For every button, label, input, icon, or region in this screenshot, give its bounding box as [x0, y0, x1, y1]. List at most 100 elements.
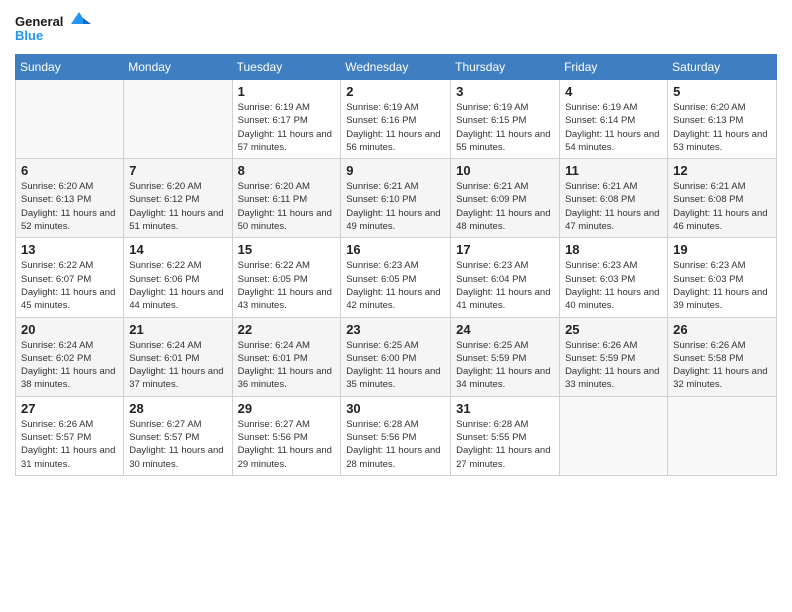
day-number: 13 [21, 242, 118, 257]
day-info: Sunrise: 6:25 AM Sunset: 6:00 PM Dayligh… [346, 339, 445, 392]
day-info: Sunrise: 6:25 AM Sunset: 5:59 PM Dayligh… [456, 339, 554, 392]
calendar-cell: 24Sunrise: 6:25 AM Sunset: 5:59 PM Dayli… [451, 317, 560, 396]
calendar-cell: 21 Sunrise: 6:24 AM Sunset: 6:01 PM Dayli… [124, 317, 232, 396]
day-info: Sunrise: 6:23 AM Sunset: 6:03 PM Dayligh… [673, 259, 771, 312]
weekday-header: Friday [560, 55, 668, 80]
day-info: Sunrise: 6:19 AM Sunset: 6:17 PM Dayligh… [238, 101, 336, 154]
calendar-week-row: 13 Sunrise: 6:22 AM Sunset: 6:07 PM Dayli… [16, 238, 777, 317]
day-info: Sunrise: 6:19 AM Sunset: 6:16 PM Dayligh… [346, 101, 445, 154]
calendar-cell: 12Sunrise: 6:21 AM Sunset: 6:08 PM Dayli… [668, 159, 777, 238]
calendar-cell [16, 80, 124, 159]
svg-text:Blue: Blue [15, 28, 43, 43]
day-number: 25 [565, 322, 662, 337]
calendar-cell: 16Sunrise: 6:23 AM Sunset: 6:05 PM Dayli… [341, 238, 451, 317]
calendar-cell: 11 Sunrise: 6:21 AM Sunset: 6:08 PM Dayli… [560, 159, 668, 238]
day-number: 7 [129, 163, 226, 178]
day-number: 18 [565, 242, 662, 257]
day-number: 19 [673, 242, 771, 257]
svg-text:General: General [15, 14, 63, 29]
calendar-cell: 3 Sunrise: 6:19 AM Sunset: 6:15 PM Daylig… [451, 80, 560, 159]
day-info: Sunrise: 6:24 AM Sunset: 6:02 PM Dayligh… [21, 339, 118, 392]
page-header: General Blue [15, 10, 777, 46]
calendar-cell: 1 Sunrise: 6:19 AM Sunset: 6:17 PM Daylig… [232, 80, 341, 159]
calendar-cell [668, 396, 777, 475]
calendar-week-row: 1 Sunrise: 6:19 AM Sunset: 6:17 PM Daylig… [16, 80, 777, 159]
day-number: 5 [673, 84, 771, 99]
calendar-cell: 10 Sunrise: 6:21 AM Sunset: 6:09 PM Dayli… [451, 159, 560, 238]
weekday-header: Saturday [668, 55, 777, 80]
weekday-header-row: SundayMondayTuesdayWednesdayThursdayFrid… [16, 55, 777, 80]
calendar-cell: 2 Sunrise: 6:19 AM Sunset: 6:16 PM Daylig… [341, 80, 451, 159]
day-number: 4 [565, 84, 662, 99]
calendar-cell: 22Sunrise: 6:24 AM Sunset: 6:01 PM Dayli… [232, 317, 341, 396]
day-number: 15 [238, 242, 336, 257]
calendar-cell: 5Sunrise: 6:20 AM Sunset: 6:13 PM Daylig… [668, 80, 777, 159]
day-number: 26 [673, 322, 771, 337]
calendar-cell: 17Sunrise: 6:23 AM Sunset: 6:04 PM Dayli… [451, 238, 560, 317]
calendar-cell: 7 Sunrise: 6:20 AM Sunset: 6:12 PM Daylig… [124, 159, 232, 238]
day-info: Sunrise: 6:19 AM Sunset: 6:15 PM Dayligh… [456, 101, 554, 154]
calendar-table: SundayMondayTuesdayWednesdayThursdayFrid… [15, 54, 777, 476]
day-number: 23 [346, 322, 445, 337]
day-info: Sunrise: 6:22 AM Sunset: 6:05 PM Dayligh… [238, 259, 336, 312]
calendar-cell: 13 Sunrise: 6:22 AM Sunset: 6:07 PM Dayli… [16, 238, 124, 317]
day-number: 28 [129, 401, 226, 416]
day-info: Sunrise: 6:28 AM Sunset: 5:56 PM Dayligh… [346, 418, 445, 471]
day-number: 21 [129, 322, 226, 337]
day-info: Sunrise: 6:19 AM Sunset: 6:14 PM Dayligh… [565, 101, 662, 154]
day-number: 11 [565, 163, 662, 178]
day-number: 14 [129, 242, 226, 257]
day-info: Sunrise: 6:27 AM Sunset: 5:56 PM Dayligh… [238, 418, 336, 471]
day-info: Sunrise: 6:21 AM Sunset: 6:09 PM Dayligh… [456, 180, 554, 233]
day-info: Sunrise: 6:20 AM Sunset: 6:12 PM Dayligh… [129, 180, 226, 233]
logo: General Blue [15, 10, 95, 46]
calendar-cell: 20 Sunrise: 6:24 AM Sunset: 6:02 PM Dayli… [16, 317, 124, 396]
day-number: 2 [346, 84, 445, 99]
day-info: Sunrise: 6:23 AM Sunset: 6:04 PM Dayligh… [456, 259, 554, 312]
calendar-week-row: 6Sunrise: 6:20 AM Sunset: 6:13 PM Daylig… [16, 159, 777, 238]
calendar-cell: 27 Sunrise: 6:26 AM Sunset: 5:57 PM Dayli… [16, 396, 124, 475]
calendar-cell: 30Sunrise: 6:28 AM Sunset: 5:56 PM Dayli… [341, 396, 451, 475]
day-info: Sunrise: 6:24 AM Sunset: 6:01 PM Dayligh… [129, 339, 226, 392]
weekday-header: Tuesday [232, 55, 341, 80]
day-info: Sunrise: 6:21 AM Sunset: 6:08 PM Dayligh… [673, 180, 771, 233]
day-number: 3 [456, 84, 554, 99]
calendar-cell: 23 Sunrise: 6:25 AM Sunset: 6:00 PM Dayli… [341, 317, 451, 396]
calendar-cell: 8 Sunrise: 6:20 AM Sunset: 6:11 PM Daylig… [232, 159, 341, 238]
calendar-cell: 18 Sunrise: 6:23 AM Sunset: 6:03 PM Dayli… [560, 238, 668, 317]
weekday-header: Thursday [451, 55, 560, 80]
day-info: Sunrise: 6:28 AM Sunset: 5:55 PM Dayligh… [456, 418, 554, 471]
calendar-cell: 25 Sunrise: 6:26 AM Sunset: 5:59 PM Dayli… [560, 317, 668, 396]
day-info: Sunrise: 6:20 AM Sunset: 6:11 PM Dayligh… [238, 180, 336, 233]
calendar-cell: 6Sunrise: 6:20 AM Sunset: 6:13 PM Daylig… [16, 159, 124, 238]
day-info: Sunrise: 6:23 AM Sunset: 6:03 PM Dayligh… [565, 259, 662, 312]
calendar-cell: 31 Sunrise: 6:28 AM Sunset: 5:55 PM Dayli… [451, 396, 560, 475]
calendar-cell [124, 80, 232, 159]
day-number: 1 [238, 84, 336, 99]
day-number: 6 [21, 163, 118, 178]
calendar-week-row: 20 Sunrise: 6:24 AM Sunset: 6:02 PM Dayli… [16, 317, 777, 396]
day-number: 9 [346, 163, 445, 178]
day-number: 29 [238, 401, 336, 416]
day-number: 27 [21, 401, 118, 416]
weekday-header: Sunday [16, 55, 124, 80]
weekday-header: Monday [124, 55, 232, 80]
day-info: Sunrise: 6:22 AM Sunset: 6:06 PM Dayligh… [129, 259, 226, 312]
day-number: 31 [456, 401, 554, 416]
day-number: 10 [456, 163, 554, 178]
calendar-cell: 15 Sunrise: 6:22 AM Sunset: 6:05 PM Dayli… [232, 238, 341, 317]
day-info: Sunrise: 6:23 AM Sunset: 6:05 PM Dayligh… [346, 259, 445, 312]
day-info: Sunrise: 6:22 AM Sunset: 6:07 PM Dayligh… [21, 259, 118, 312]
day-info: Sunrise: 6:27 AM Sunset: 5:57 PM Dayligh… [129, 418, 226, 471]
day-number: 8 [238, 163, 336, 178]
calendar-week-row: 27 Sunrise: 6:26 AM Sunset: 5:57 PM Dayli… [16, 396, 777, 475]
day-info: Sunrise: 6:26 AM Sunset: 5:57 PM Dayligh… [21, 418, 118, 471]
calendar-cell: 28 Sunrise: 6:27 AM Sunset: 5:57 PM Dayli… [124, 396, 232, 475]
logo-icon: General Blue [15, 10, 95, 46]
calendar-cell: 26Sunrise: 6:26 AM Sunset: 5:58 PM Dayli… [668, 317, 777, 396]
day-info: Sunrise: 6:26 AM Sunset: 5:59 PM Dayligh… [565, 339, 662, 392]
calendar-cell: 19 Sunrise: 6:23 AM Sunset: 6:03 PM Dayli… [668, 238, 777, 317]
day-info: Sunrise: 6:21 AM Sunset: 6:08 PM Dayligh… [565, 180, 662, 233]
day-number: 20 [21, 322, 118, 337]
day-info: Sunrise: 6:21 AM Sunset: 6:10 PM Dayligh… [346, 180, 445, 233]
